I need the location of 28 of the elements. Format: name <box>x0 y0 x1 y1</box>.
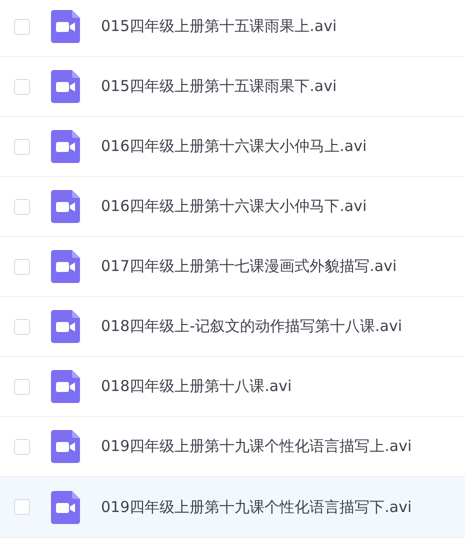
video-file-icon <box>51 250 80 283</box>
checkbox[interactable] <box>14 378 30 394</box>
video-file-icon <box>51 130 80 163</box>
checkbox[interactable] <box>14 258 30 274</box>
file-name[interactable]: 016四年级上册第十六课大小仲马上.avi <box>101 137 367 156</box>
file-row[interactable]: 019四年级上册第十九课个性化语言描写下.avi <box>0 477 465 538</box>
video-file-icon <box>51 490 80 524</box>
file-name[interactable]: 019四年级上册第十九课个性化语言描写下.avi <box>101 498 412 516</box>
checkbox[interactable] <box>14 438 30 454</box>
file-name[interactable]: 015四年级上册第十五课雨果下.avi <box>101 77 337 96</box>
checkbox[interactable] <box>14 499 30 515</box>
file-name[interactable]: 018四年级上册第十八课.avi <box>101 377 292 396</box>
video-file-icon <box>51 370 80 403</box>
video-file-icon <box>51 70 80 103</box>
file-name[interactable]: 019四年级上册第十九课个性化语言描写上.avi <box>101 437 412 456</box>
video-file-icon <box>51 10 80 43</box>
file-name[interactable]: 015四年级上册第十五课雨果上.avi <box>101 17 337 36</box>
checkbox[interactable] <box>14 138 30 154</box>
checkbox[interactable] <box>14 318 30 334</box>
file-name[interactable]: 016四年级上册第十六课大小仲马下.avi <box>101 197 367 216</box>
file-name[interactable]: 018四年级上-记叙文的动作描写第十八课.avi <box>101 317 402 336</box>
checkbox[interactable] <box>14 18 30 34</box>
video-file-icon <box>51 430 80 463</box>
video-file-icon <box>51 190 80 223</box>
checkbox[interactable] <box>14 78 30 94</box>
checkbox[interactable] <box>14 198 30 214</box>
file-name[interactable]: 017四年级上册第十七课漫画式外貌描写.avi <box>101 257 397 276</box>
video-file-icon <box>51 310 80 343</box>
